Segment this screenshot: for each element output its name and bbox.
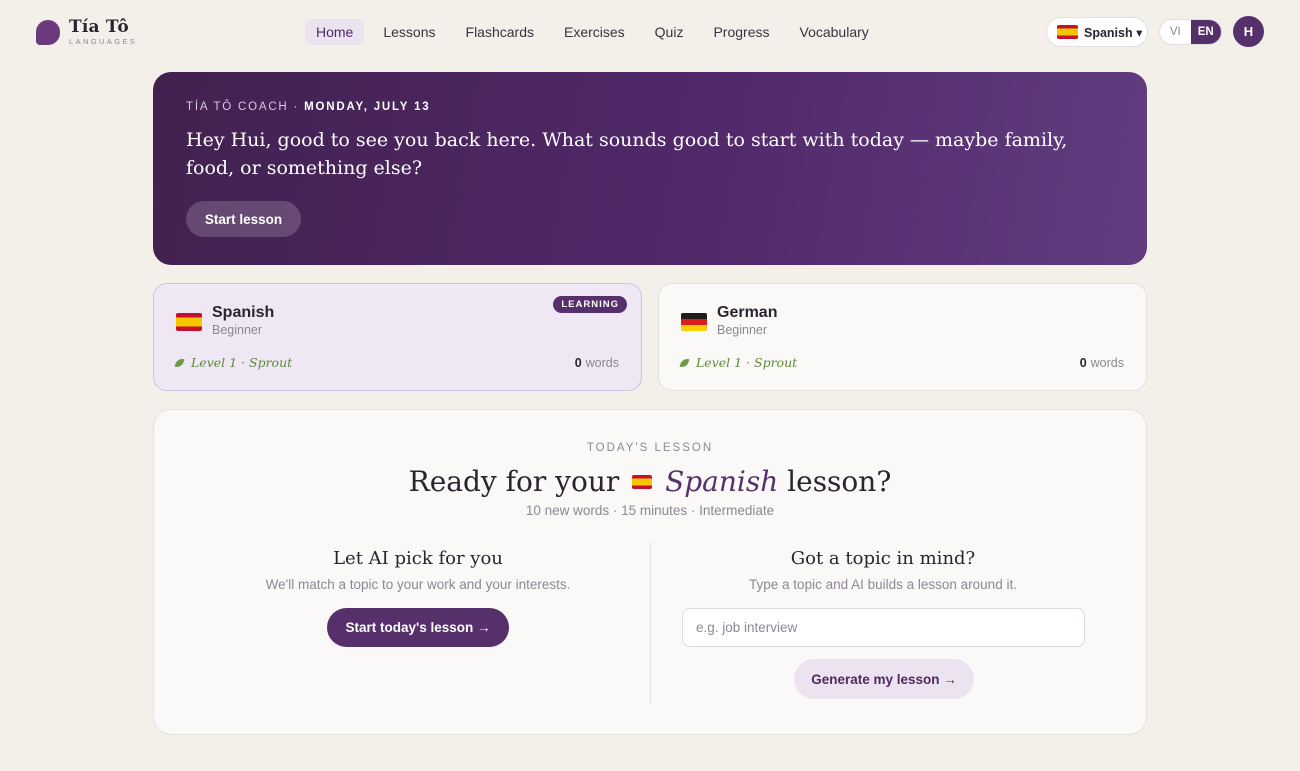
topic-description: Type a topic and AI builds a lesson arou… [749, 577, 1017, 592]
nav-progress[interactable]: Progress [702, 19, 780, 45]
lesson-meta: 10 new words · 15 minutes · Intermediate [525, 503, 775, 518]
speech-bubble-icon [36, 19, 60, 45]
card-stage: Level 1 · Sprout [174, 355, 293, 370]
card-level: Beginner [212, 323, 263, 337]
leaf-icon [174, 356, 185, 369]
brand-logo[interactable]: Tía Tô LANGUAGES [36, 18, 137, 46]
language-card-german[interactable]: German Beginner Level 1 · Sprout 0 words [658, 283, 1147, 391]
brand-name: Tía Tô [69, 17, 129, 37]
generate-lesson-button[interactable]: Generate my lesson → [794, 659, 974, 699]
topic-title: Got a topic in mind? [790, 548, 976, 569]
card-stage-label: Level 1 · Sprout [191, 355, 293, 370]
ui-language-en[interactable]: EN [1190, 20, 1221, 44]
leaf-icon [679, 356, 690, 369]
topic-input[interactable] [682, 608, 1085, 647]
card-language: Spanish [212, 304, 275, 321]
nav-exercises[interactable]: Exercises [553, 19, 636, 45]
lesson-title-prefix: Ready for your [408, 465, 629, 498]
start-todays-lesson-button[interactable]: Start today's lesson → [327, 608, 509, 647]
word-count-value: 0 [574, 356, 582, 370]
main-nav: Home Lessons Flashcards Exercises Quiz P… [305, 19, 888, 45]
nav-home[interactable]: Home [305, 19, 365, 45]
user-avatar[interactable]: H [1233, 16, 1264, 47]
card-language: German [717, 304, 778, 321]
nav-flashcards[interactable]: Flashcards [455, 19, 545, 45]
card-level: Beginner [717, 323, 768, 337]
topic-column: Got a topic in mind? Type a topic and AI… [683, 547, 1083, 594]
hero-eyebrow: TÍA TÔ COACH · MONDAY, JULY 13 [186, 101, 430, 113]
nav-vocabulary[interactable]: Vocabulary [789, 19, 880, 45]
card-word-count: 0 words [575, 356, 619, 370]
ai-pick-column: Let AI pick for you We'll match a topic … [218, 547, 618, 594]
card-word-count: 0 words [1080, 356, 1124, 370]
germany-flag-icon [681, 313, 707, 331]
spain-flag-icon [632, 474, 653, 489]
ui-language-toggle: VI EN [1159, 19, 1222, 45]
learning-language-select[interactable]: Spanish ▾ [1046, 17, 1148, 47]
coach-label: TÍA TÔ COACH · [186, 101, 305, 113]
word-count-label: words [1090, 356, 1124, 370]
language-card-spanish[interactable]: Spanish Beginner LEARNING Level 1 · Spro… [153, 283, 642, 391]
ai-pick-title: Let AI pick for you [333, 548, 503, 569]
card-stage: Level 1 · Sprout [679, 355, 798, 370]
ui-language-vi[interactable]: VI [1160, 20, 1191, 44]
spain-flag-icon [176, 313, 202, 331]
coach-hero-banner: TÍA TÔ COACH · MONDAY, JULY 13 Hey Hui, … [153, 72, 1147, 265]
column-divider [650, 542, 651, 704]
todays-lesson-panel: TODAY'S LESSON Ready for your Spanish le… [153, 409, 1147, 735]
spain-flag-icon [1057, 25, 1078, 39]
nav-lessons[interactable]: Lessons [372, 19, 446, 45]
learning-badge: LEARNING [553, 296, 627, 313]
lesson-eyebrow: TODAY'S LESSON [586, 442, 714, 454]
top-header: Tía Tô LANGUAGES Home Lessons Flashcards… [0, 0, 1300, 64]
word-count-label: words [585, 356, 619, 370]
learning-language-value: Spanish ▾ [1084, 25, 1143, 40]
coach-message: Hey Hui, good to see you back here. What… [186, 129, 1068, 179]
start-lesson-button[interactable]: Start lesson [186, 201, 301, 237]
nav-quiz[interactable]: Quiz [644, 19, 695, 45]
word-count-value: 0 [1079, 356, 1087, 370]
lesson-title-suffix: lesson? [778, 465, 892, 498]
lesson-title-language: Spanish [665, 465, 779, 498]
lesson-title: Ready for your Spanish lesson? [154, 462, 1146, 502]
ai-pick-description: We'll match a topic to your work and you… [265, 577, 571, 592]
hero-date: MONDAY, JULY 13 [304, 101, 431, 113]
card-stage-label: Level 1 · Sprout [696, 355, 798, 370]
brand-subtitle: LANGUAGES [69, 37, 138, 46]
